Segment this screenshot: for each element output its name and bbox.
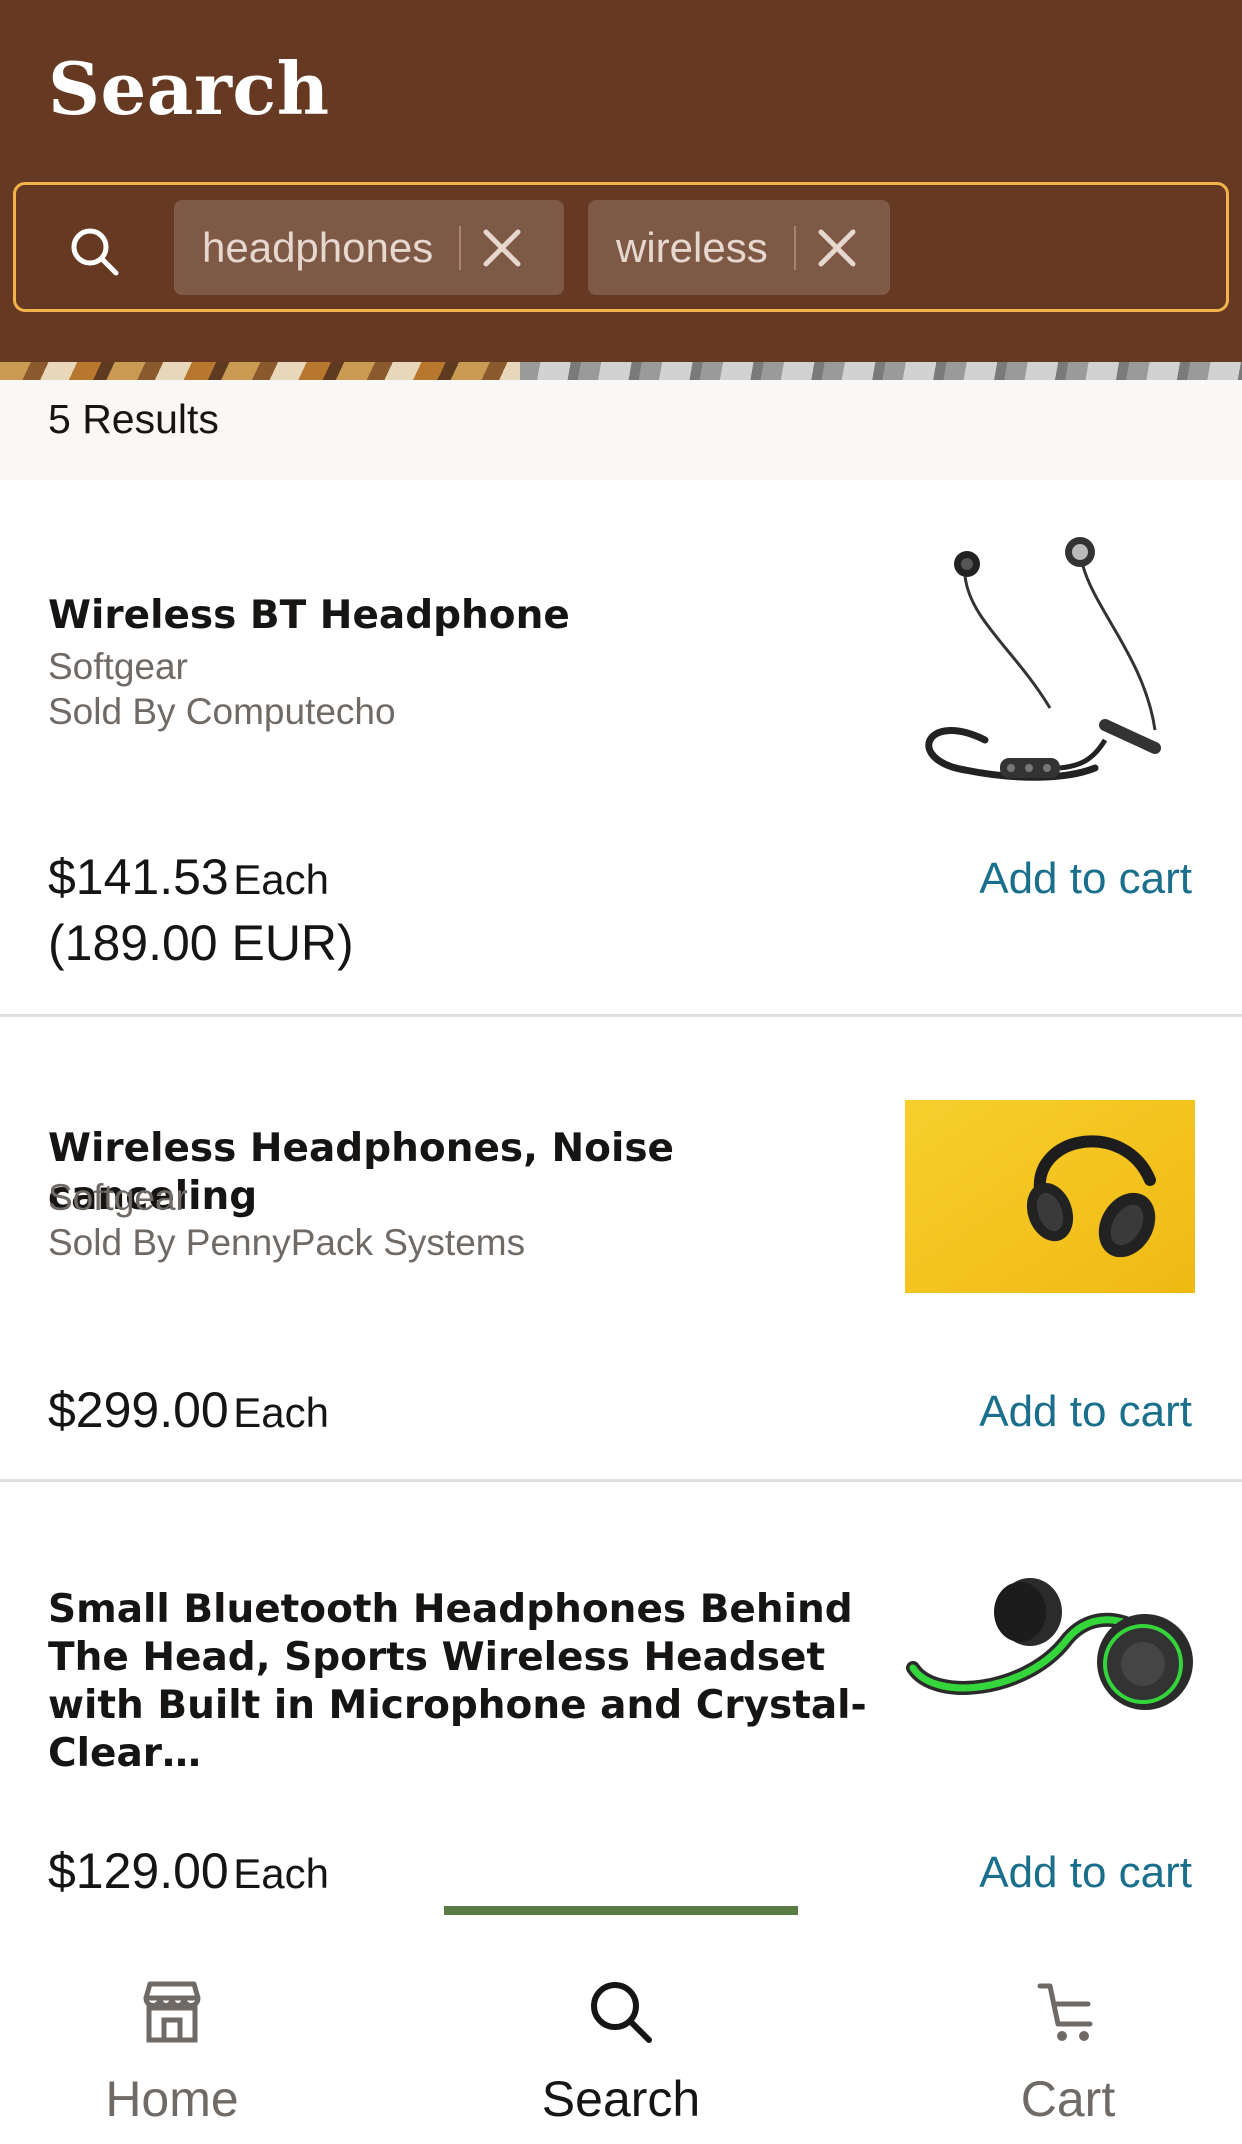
add-to-cart-button[interactable]: Add to cart [979,854,1192,904]
price-unit: Each [233,856,329,903]
price-unit: Each [233,1389,329,1436]
close-icon [818,229,856,266]
neckband-earphones-image[interactable] [905,530,1195,810]
price-unit: Each [233,1850,329,1897]
search-chip-headphones: headphones [174,200,564,295]
decorative-banner-pattern [520,362,1242,380]
product-seller: Sold By PennyPack Systems [48,1222,526,1263]
nav-label: Search [541,2071,701,2127]
cart-icon [1037,1983,1093,2041]
search-chip-label: wireless [616,223,768,271]
nav-label: Cart [1020,2071,1116,2127]
product-price: $141.53 Each [48,848,329,906]
product-brand: Softgear [48,646,188,687]
bottom-nav: Home Search Cart [0,1952,1242,2144]
search-icon[interactable] [66,223,122,279]
over-ear-headphones-image[interactable] [905,1100,1195,1293]
price-amount: $129.00 [48,1843,229,1899]
product-card[interactable]: Small Bluetooth Headphones Behind The He… [0,1482,1242,1952]
active-tab-indicator [444,1906,798,1915]
product-name[interactable]: Wireless BT Headphone [48,592,868,640]
product-card[interactable]: Wireless BT Headphone Softgear Sold By C… [0,480,1242,1017]
search-box[interactable]: headphones wireless [13,182,1229,312]
add-to-cart-button[interactable]: Add to cart [979,1848,1192,1898]
search-icon [591,1982,652,2043]
results-count: 5 Results [48,396,219,442]
nav-cart[interactable]: Cart [918,1952,1218,2144]
search-chip-label: headphones [202,223,434,271]
nav-home[interactable]: Home [22,1952,322,2144]
add-to-cart-button[interactable]: Add to cart [979,1387,1192,1437]
price-amount: $141.53 [48,849,229,905]
results-bar: 5 Results [0,380,1242,480]
page-title: Search [48,46,330,131]
search-chip-wireless: wireless [588,200,890,295]
decorative-banner [0,362,1242,380]
store-icon [143,1981,201,2043]
close-icon [483,229,521,266]
product-name[interactable]: Small Bluetooth Headphones Behind The He… [48,1586,878,1778]
product-seller: Sold By Computecho [48,691,396,732]
product-price: $299.00 Each [48,1381,329,1439]
product-card[interactable]: Wireless Headphones, Noise canceling Sof… [0,1017,1242,1482]
nav-label: Home [105,2071,239,2127]
product-alt-price: (189.00 EUR) [48,915,354,971]
nav-search[interactable]: Search [471,1952,771,2144]
product-brand: Softgear [48,1177,188,1218]
remove-chip-button[interactable] [796,200,878,295]
price-amount: $299.00 [48,1382,229,1438]
sport-headset-image[interactable] [905,1572,1195,1732]
header: Search headphones wireless [0,0,1242,362]
product-price: $129.00 Each [48,1842,329,1900]
remove-chip-button[interactable] [461,200,543,295]
